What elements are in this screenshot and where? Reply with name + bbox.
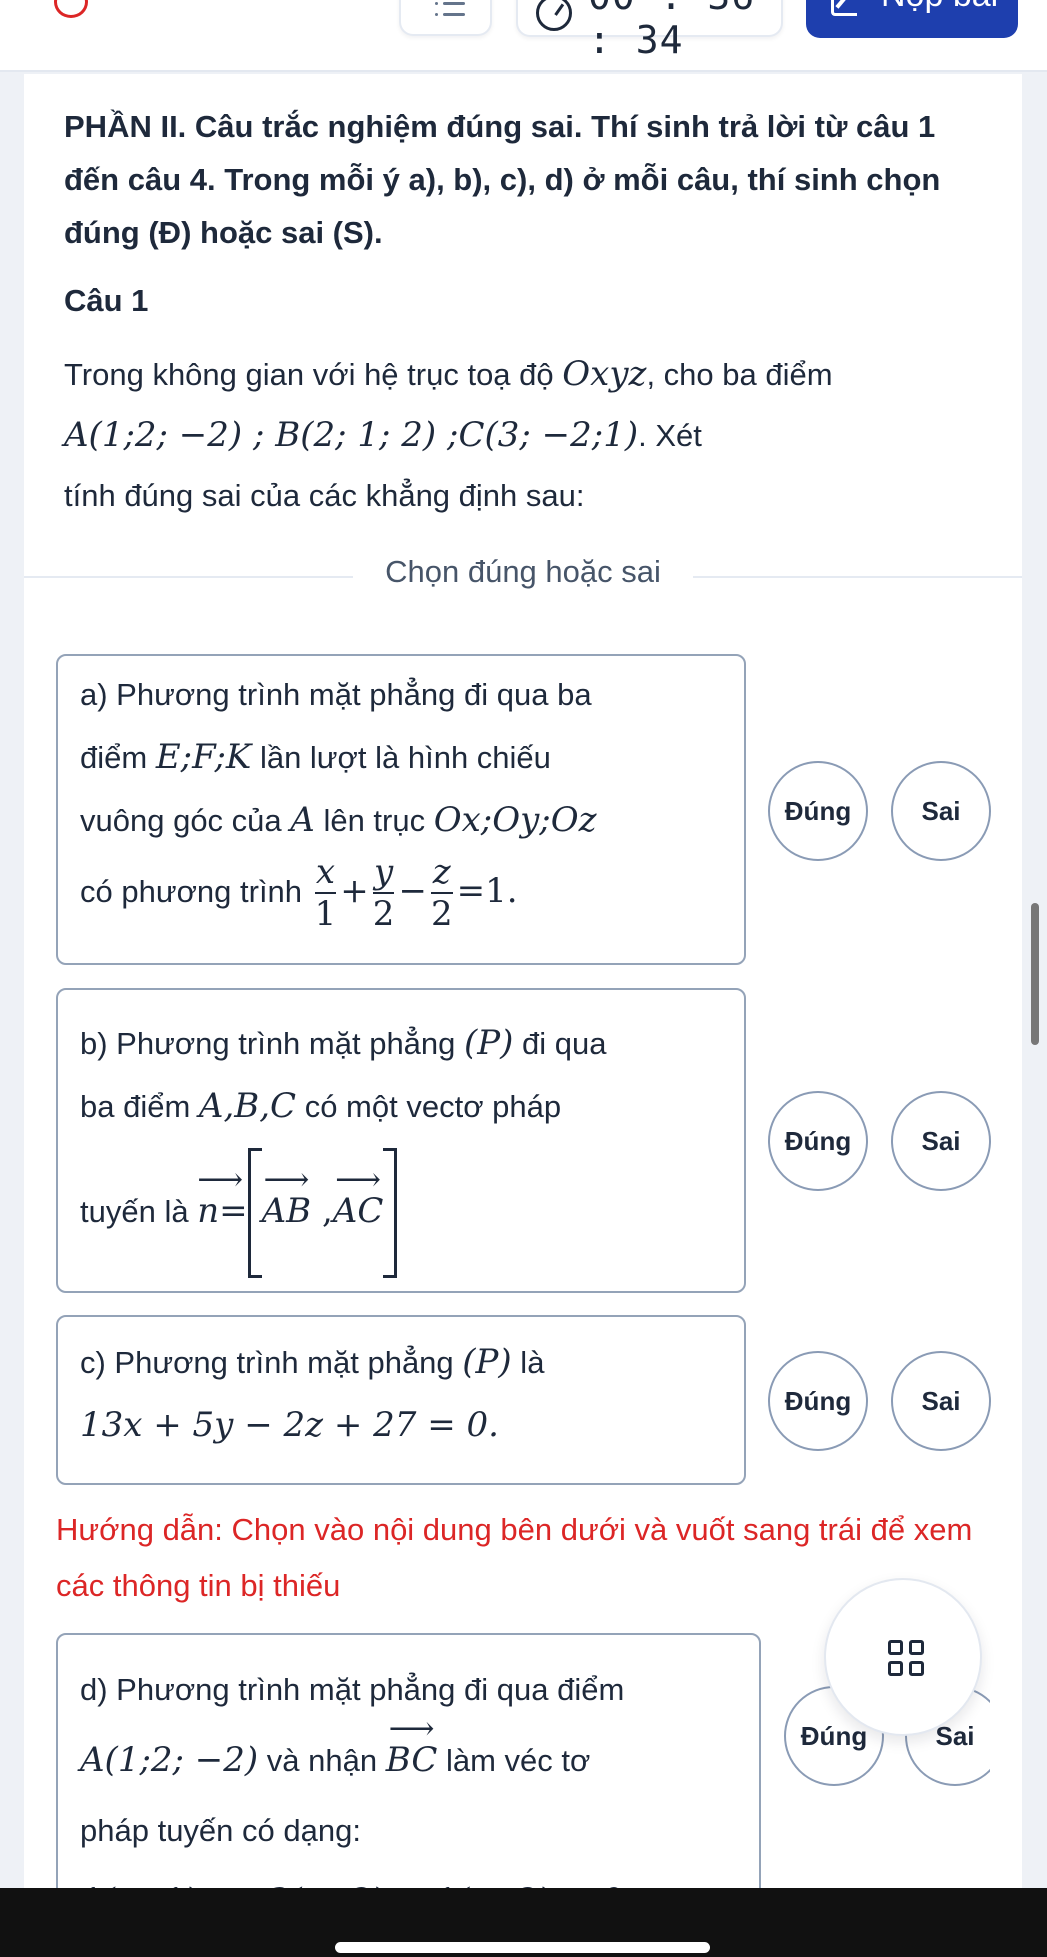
question-text: tính đúng sai của các khẳng định sau: — [64, 478, 585, 513]
statement-c-card[interactable]: c) Phương trình mặt phẳng (P) là 13x + 5… — [56, 1315, 746, 1485]
text: vuông góc của — [80, 803, 291, 838]
text: có phương trình — [80, 874, 311, 909]
statement-c-false-button[interactable]: Sai — [891, 1351, 991, 1451]
timer: 00 : 36 : 34 — [516, 0, 783, 62]
text: đi qua — [513, 1026, 607, 1061]
text: làm véc tơ — [437, 1743, 591, 1778]
vector-bc: BC — [386, 1693, 438, 1795]
statement-b-true-button[interactable]: Đúng — [768, 1091, 868, 1191]
op: + — [340, 871, 369, 911]
frac-num: y — [372, 852, 395, 894]
frac-den: 1 — [314, 894, 337, 934]
grid-icon — [888, 1640, 924, 1676]
rhs: =1. — [456, 871, 518, 911]
vector-ac: AC — [333, 1148, 384, 1242]
question-grid-button[interactable] — [824, 1578, 982, 1736]
home-indicator[interactable] — [335, 1942, 710, 1953]
statement-a-card[interactable]: a) Phương trình mặt phẳng đi qua ba điểm… — [56, 654, 746, 965]
text: ba điểm — [80, 1089, 199, 1124]
math-points: A(1;2; −2) ; B(2; 1; 2) ;C(3; −2;1) — [64, 415, 639, 455]
question-title: Câu 1 — [64, 283, 149, 318]
section-title: PHẦN II. Câu trắc nghiệm đúng sai. Thí s… — [64, 109, 941, 250]
text: d) Phương trình mặt phẳng đi qua điểm — [80, 1672, 625, 1707]
statement-a-text: a) Phương trình mặt phẳng đi qua ba điểm… — [80, 664, 730, 934]
divider-text: Chọn đúng hoặc sai — [353, 554, 693, 589]
statement-b-false-button[interactable]: Sai — [891, 1091, 991, 1191]
top-bar: 00 : 36 : 34 Nộp bài — [0, 0, 1047, 72]
text: c) Phương trình mặt phẳng — [80, 1345, 463, 1380]
text: là — [511, 1345, 545, 1380]
plane-equation: x 1 + y 2− z 2 =1. — [311, 852, 518, 934]
system-nav-bar — [0, 1888, 1047, 1957]
text: lên trục — [314, 803, 434, 838]
statement-c-true-button[interactable]: Đúng — [768, 1351, 868, 1451]
statement-b-card[interactable]: b) Phương trình mặt phẳng (P) đi qua ba … — [56, 988, 746, 1293]
vector-n: n — [197, 1148, 219, 1242]
plane-equation: 13x + 5y − 2z + 27 = 0. — [80, 1405, 499, 1445]
text: lần lượt là hình chiếu — [251, 740, 551, 775]
text: điểm — [80, 740, 156, 775]
vector-ab: AB — [262, 1148, 312, 1242]
math-system: Oxyz — [562, 354, 647, 394]
statement-b-text: b) Phương trình mặt phẳng (P) đi qua ba … — [80, 1012, 730, 1278]
text: tuyến là — [80, 1194, 198, 1229]
math: A,B,C — [198, 1086, 297, 1126]
timer-text: 00 : 36 : 34 — [588, 0, 754, 62]
text: và nhận — [258, 1743, 386, 1778]
text: có một vectơ pháp — [296, 1089, 562, 1124]
op: − — [398, 871, 427, 911]
text: pháp tuyến có dạng: — [80, 1813, 361, 1848]
frac-den: 2 — [372, 894, 395, 934]
question-body: Trong không gian với hệ trục toạ độ Oxyz… — [64, 344, 984, 526]
op: , — [311, 1191, 333, 1231]
left-bracket — [247, 1148, 262, 1278]
swipe-hint: Hướng dẫn: Chọn vào nội dung bên dưới và… — [56, 1512, 973, 1603]
math: (P) — [462, 1342, 512, 1382]
text: b) Phương trình mặt phẳng — [80, 1026, 465, 1061]
math: A — [290, 800, 315, 840]
statement-c-text: c) Phương trình mặt phẳng (P) là 13x + 5… — [80, 1331, 730, 1457]
edit-icon — [831, 0, 857, 16]
math: E;F;K — [155, 737, 252, 777]
frac-num: x — [314, 852, 337, 894]
submit-button[interactable]: Nộp bài — [806, 0, 1018, 38]
statement-a-false-button[interactable]: Sai — [891, 761, 991, 861]
math: (P) — [464, 1023, 514, 1063]
normal-vector-equation: n=AB ,AC — [197, 1148, 398, 1278]
clock-icon — [536, 0, 572, 31]
question-text: , cho ba điểm — [646, 357, 833, 392]
frac-num: z — [430, 852, 453, 894]
right-bracket — [383, 1148, 398, 1278]
question-text: Trong không gian với hệ trục toạ độ — [64, 357, 563, 392]
divider-label: Chọn đúng hoặc sai — [24, 554, 1022, 590]
math: A(1;2; −2) — [80, 1740, 259, 1780]
scrollbar-thumb[interactable] — [1031, 903, 1039, 1045]
power-icon[interactable] — [54, 0, 88, 18]
question-text: . Xét — [638, 418, 702, 453]
submit-label: Nộp bài — [881, 0, 998, 15]
frac-den: 2 — [430, 894, 453, 934]
math: Ox;Oy;Oz — [433, 800, 597, 840]
list-icon — [435, 2, 465, 16]
statement-a-true-button[interactable]: Đúng — [768, 761, 868, 861]
question-list-button[interactable] — [399, 0, 492, 36]
text: a) Phương trình mặt phẳng đi qua ba — [80, 677, 592, 712]
